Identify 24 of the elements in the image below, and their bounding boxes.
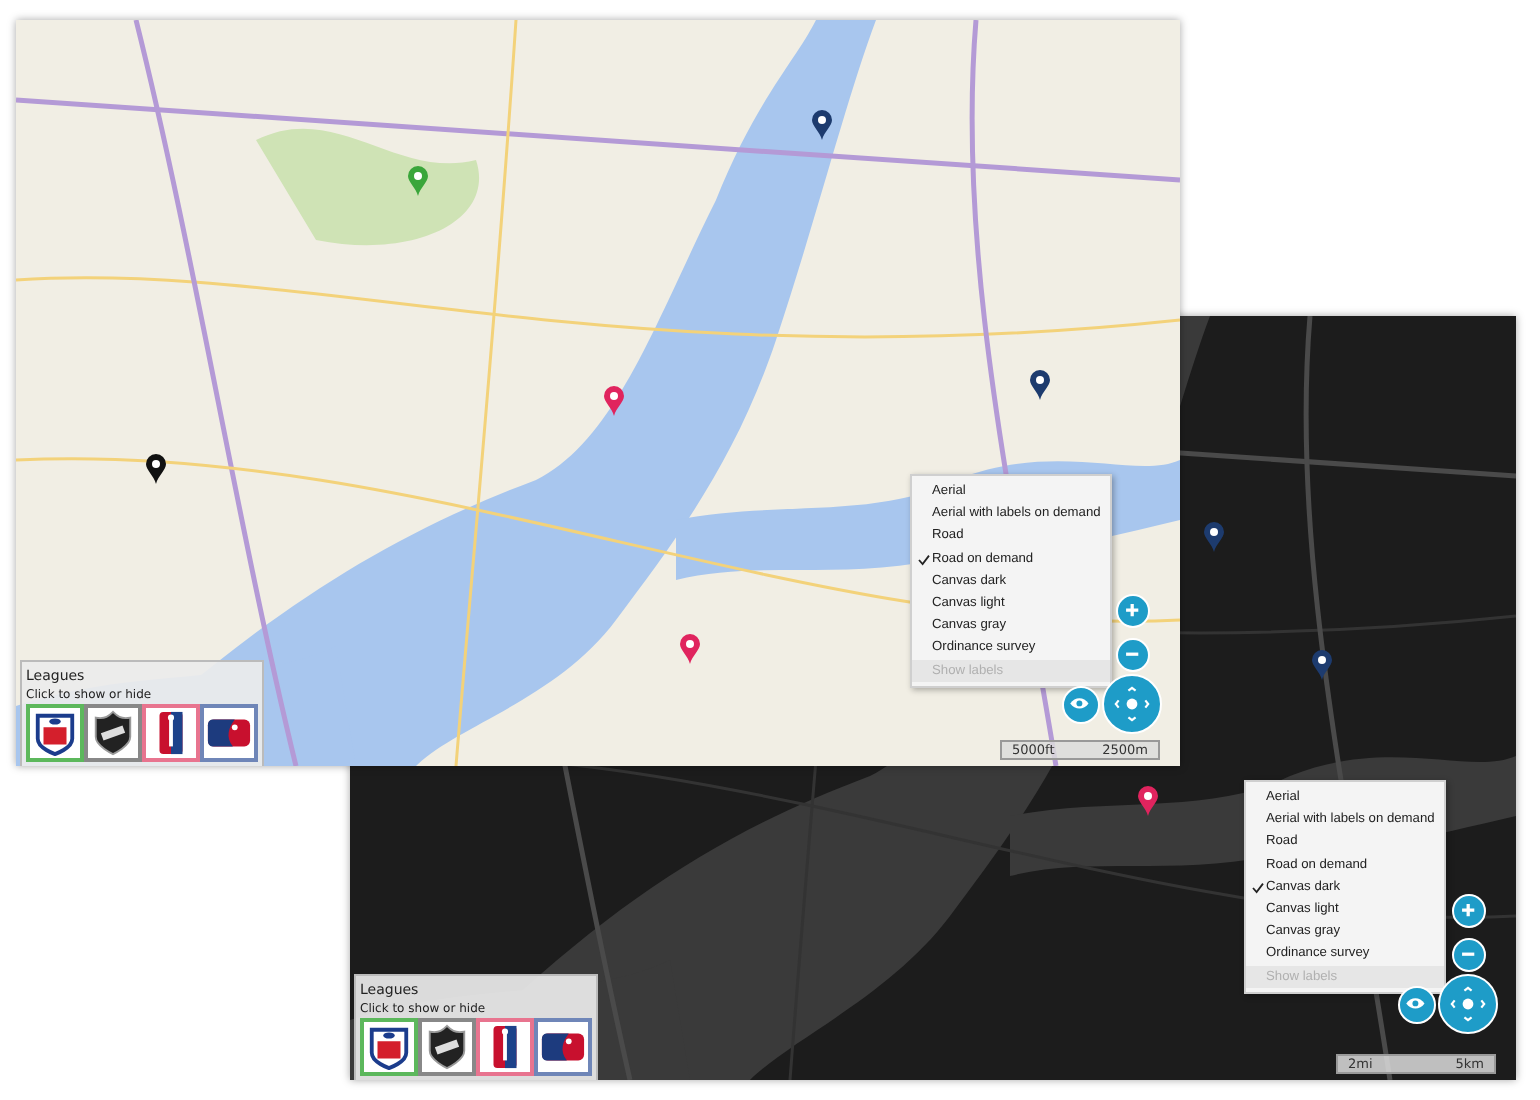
- league-logo-icon: [90, 710, 136, 756]
- arrows-icon: [1114, 686, 1150, 722]
- checkmark-icon: [918, 553, 930, 566]
- map-pin-icon[interactable]: [1312, 650, 1332, 680]
- league-logo-icon: [32, 710, 78, 756]
- league-logo-button[interactable]: [84, 704, 142, 762]
- plus-icon: [1457, 899, 1479, 921]
- checkmark-icon: [1252, 881, 1264, 894]
- league-logo-icon: [366, 1024, 412, 1070]
- league-logo-button[interactable]: [360, 1018, 418, 1076]
- league-logo-button[interactable]: [476, 1018, 534, 1076]
- plus-icon: [1121, 599, 1143, 621]
- league-logo-button[interactable]: [26, 704, 84, 762]
- league-logo-button[interactable]: [534, 1018, 592, 1076]
- league-logo-button[interactable]: [200, 704, 258, 762]
- map-pin-icon[interactable]: [812, 110, 832, 140]
- league-logo-icon: [424, 1024, 470, 1070]
- map-pin-icon[interactable]: [146, 454, 166, 484]
- arrows-icon: [1450, 986, 1486, 1022]
- league-logo-button[interactable]: [142, 704, 200, 762]
- map-pin-icon[interactable]: [1030, 370, 1050, 400]
- map-pin-icon[interactable]: [1138, 786, 1158, 816]
- map-pin-icon[interactable]: [1204, 522, 1224, 552]
- league-logo-button[interactable]: [418, 1018, 476, 1076]
